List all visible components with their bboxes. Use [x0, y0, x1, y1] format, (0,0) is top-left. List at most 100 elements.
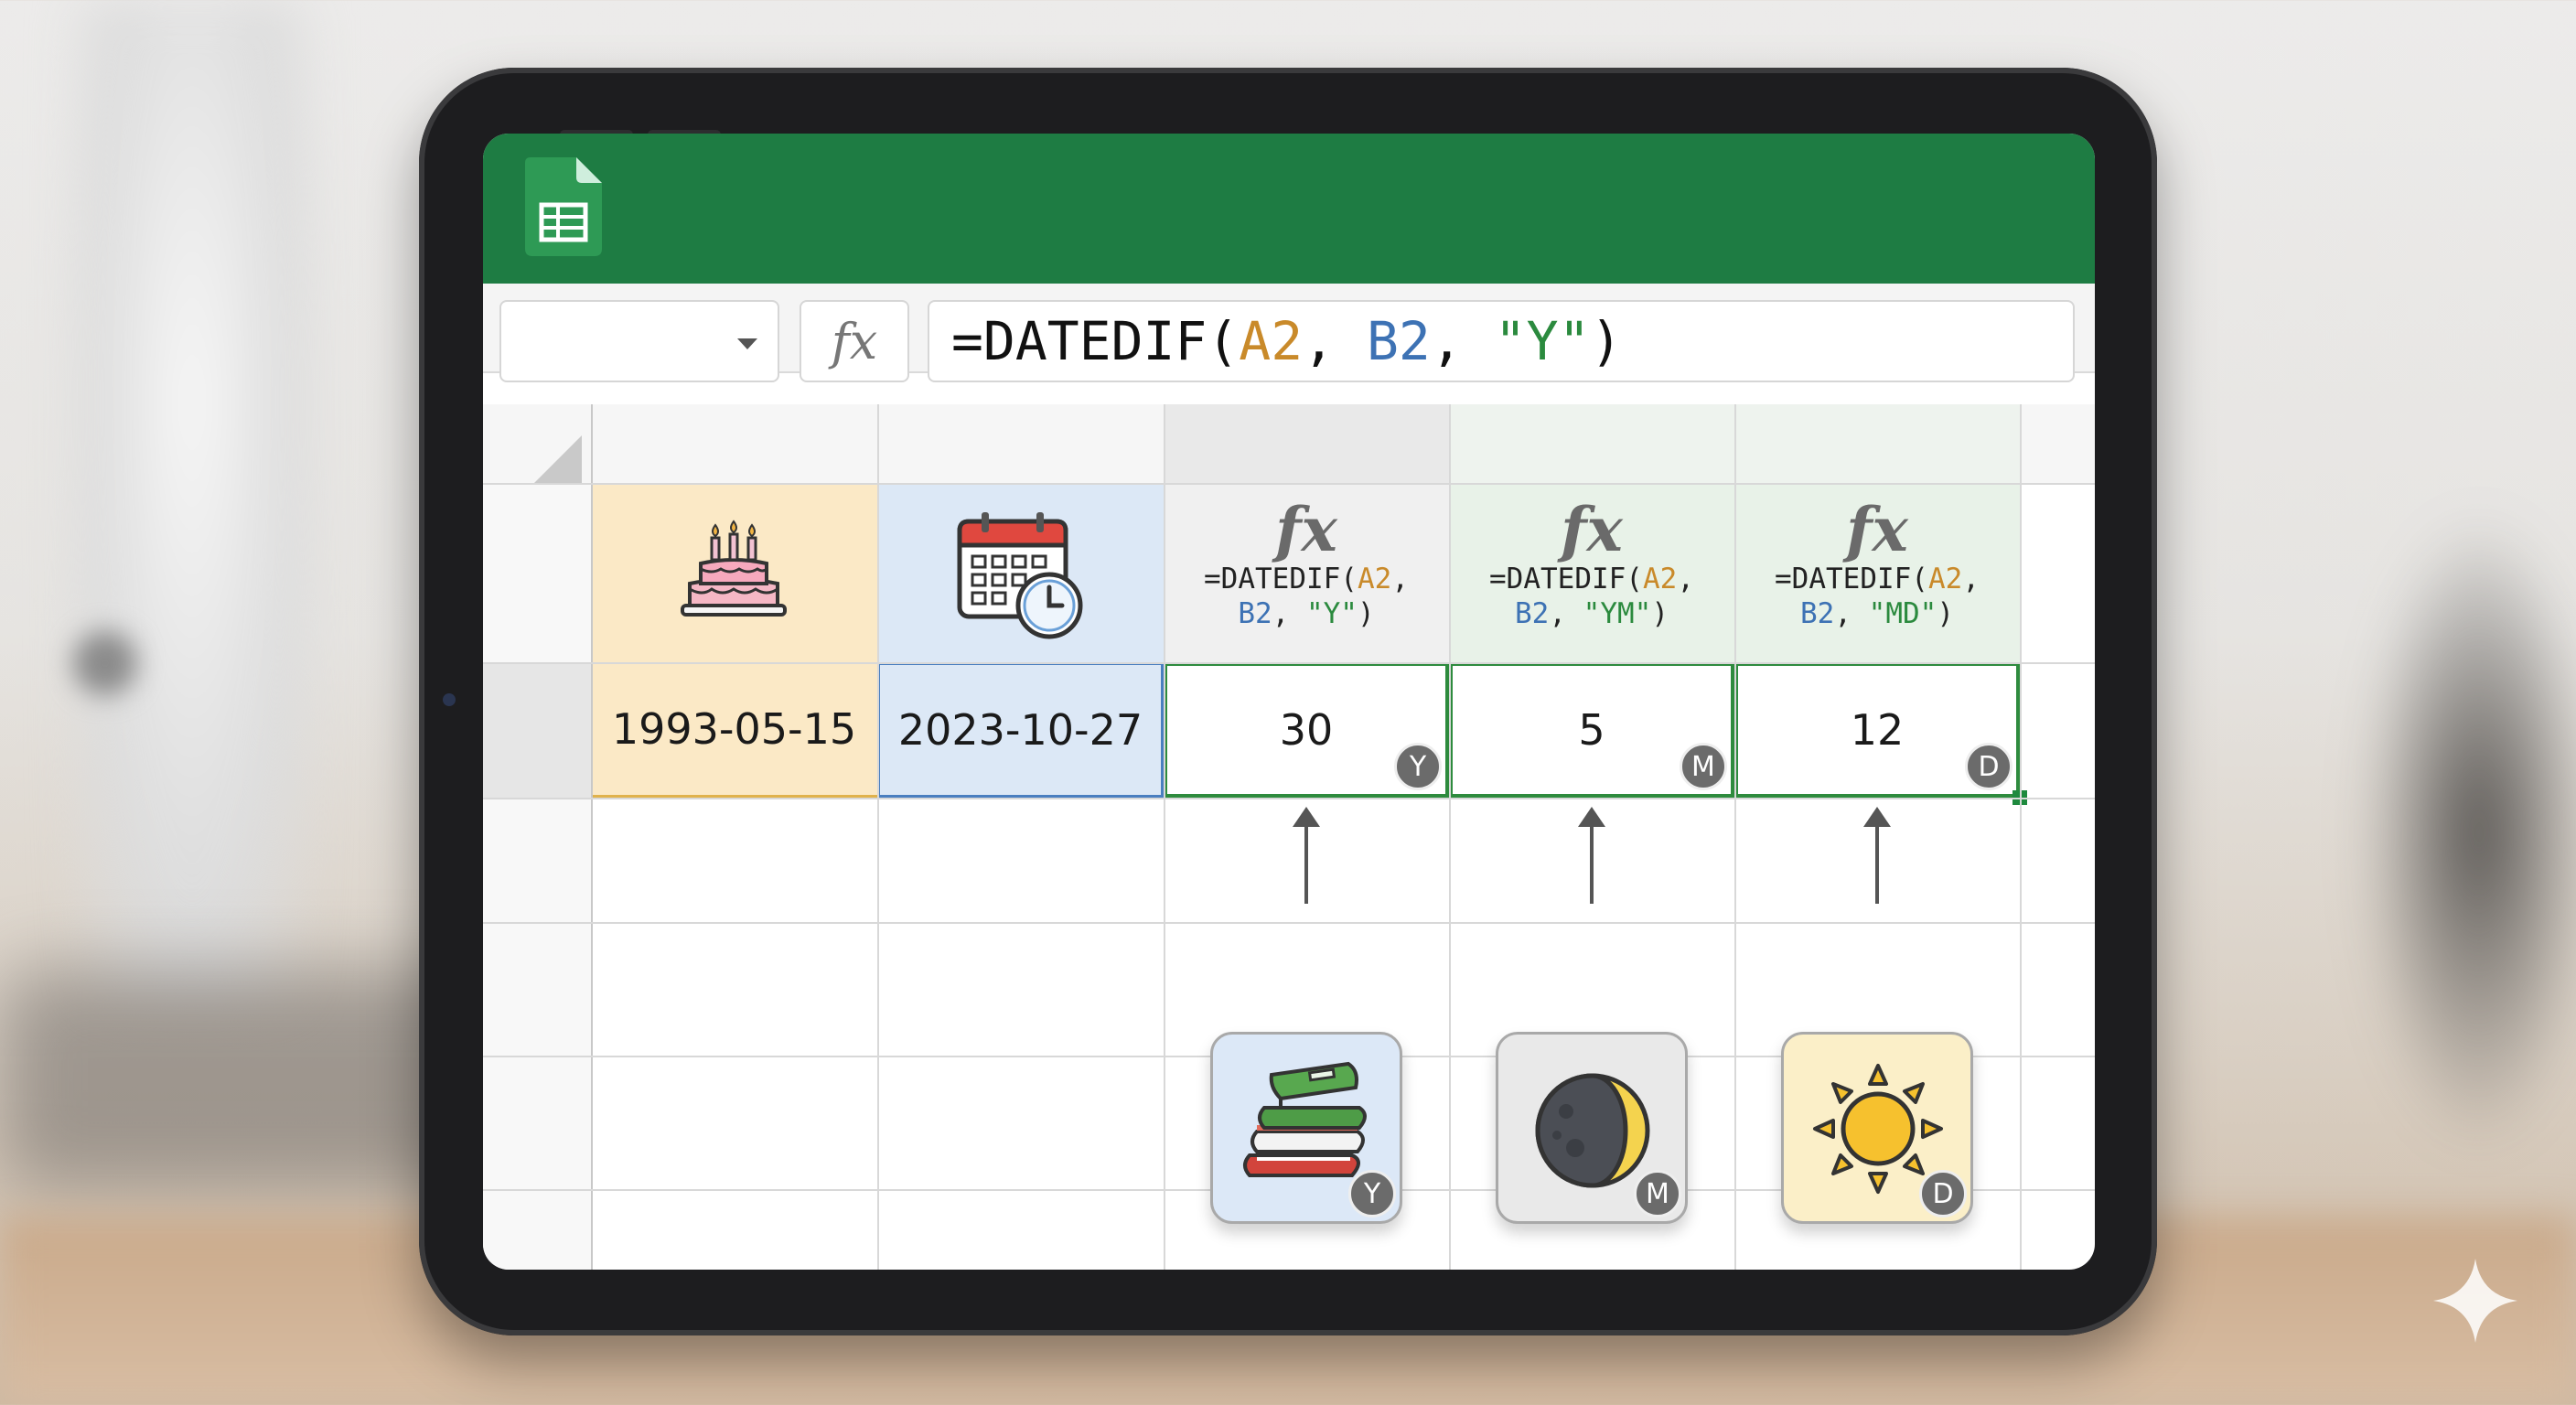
formula-separator: ,: [1430, 310, 1495, 372]
formula-ref-b2: B2: [1366, 310, 1431, 372]
start-date-cell[interactable]: 1993-05-15: [591, 662, 877, 798]
months-badge: M: [1680, 743, 1727, 790]
formula-ref-a2: A2: [1239, 310, 1304, 372]
formula-close: ): [1937, 597, 1954, 630]
formula-unit-arg: "Y": [1305, 597, 1358, 630]
gridline: [483, 922, 2095, 924]
formula-separator: ,: [1391, 563, 1409, 595]
formula-close: ): [1357, 597, 1375, 630]
end-date-value: 2023-10-27: [897, 705, 1143, 755]
background-plant: [2360, 512, 2576, 1153]
up-arrow-icon: [1578, 807, 1605, 904]
fx-button[interactable]: fx: [800, 300, 909, 382]
fx-icon: fx: [1275, 494, 1337, 565]
fx-icon: fx: [1561, 494, 1623, 565]
gridline: [1449, 404, 1451, 1270]
gridline: [1734, 404, 1736, 1270]
formula-function: =DATEDIF(: [1489, 563, 1643, 595]
start-date-value: 1993-05-15: [611, 703, 857, 754]
gridline: [483, 798, 2095, 799]
gridline: [483, 483, 2095, 485]
formula-separator: ,: [1677, 563, 1694, 595]
months-result-value: 5: [1578, 705, 1605, 755]
up-arrow-icon: [1863, 807, 1891, 904]
days-result-value: 12: [1850, 705, 1905, 755]
header-cell-start-date[interactable]: [591, 483, 877, 662]
up-arrow-icon: [1293, 807, 1320, 904]
gridline: [591, 404, 593, 1270]
formula-header: fx =DATEDIF(A2, B2, "YM"): [1449, 498, 1734, 631]
years-tile-badge: Y: [1348, 1170, 1396, 1217]
formula-ref-b2: B2: [1800, 597, 1835, 630]
days-unit-tile: D: [1781, 1032, 1973, 1224]
formula-header: fx =DATEDIF(A2, B2, "MD"): [1734, 498, 2020, 631]
column-header-c[interactable]: [1164, 404, 1449, 483]
months-result-cell[interactable]: 5 M: [1449, 662, 1734, 798]
formula-function: =DATEDIF(: [1775, 563, 1928, 595]
calendar-clock-icon: [957, 512, 1083, 639]
sparkle-watermark-icon: [2433, 1259, 2517, 1343]
row-header-2[interactable]: [483, 662, 591, 798]
app-header: [483, 134, 2095, 284]
formula-input[interactable]: =DATEDIF(A2, B2, "Y"): [928, 300, 2075, 382]
badge-letter: D: [1978, 750, 2000, 783]
formula-separator: ,: [1962, 563, 1980, 595]
tablet-screen: fx =DATEDIF(A2, B2, "Y") fx =DATEDIF(A2…: [483, 134, 2095, 1270]
fx-icon: fx: [1846, 494, 1908, 565]
spreadsheet-grid: fx =DATEDIF(A2, B2, "Y") fx =DATEDIF(A2,…: [483, 404, 2095, 1270]
badge-letter: M: [1691, 750, 1715, 783]
name-box[interactable]: [499, 300, 779, 382]
formula-function: =DATEDIF(: [951, 310, 1240, 372]
birthday-cake-icon: [681, 520, 787, 617]
badge-letter: Y: [1363, 1177, 1381, 1210]
header-cell-years-formula[interactable]: fx =DATEDIF(A2, B2, "Y"): [1164, 483, 1449, 662]
months-unit-tile: M: [1496, 1032, 1688, 1224]
years-unit-tile: Y: [1210, 1032, 1402, 1224]
gridline: [1164, 404, 1165, 1270]
row-header-column: [483, 483, 591, 1270]
gridline: [2020, 404, 2022, 1270]
end-date-cell[interactable]: 2023-10-27: [877, 662, 1164, 798]
select-all-corner[interactable]: [483, 404, 591, 494]
formula-ref-a2: A2: [1927, 563, 1963, 595]
formula-close: ): [1651, 597, 1669, 630]
formula-bar: fx =DATEDIF(A2, B2, "Y"): [483, 284, 2095, 382]
formula-ref-b2: B2: [1515, 597, 1550, 630]
column-header-e[interactable]: [1734, 404, 2020, 483]
days-badge: D: [1965, 743, 2012, 790]
tablet-camera: [443, 693, 456, 706]
years-result-cell[interactable]: 30 Y: [1164, 662, 1449, 798]
formula-header: fx =DATEDIF(A2, B2, "Y"): [1164, 498, 1449, 631]
sheets-logo-icon[interactable]: [525, 157, 602, 256]
header-cell-end-date[interactable]: [877, 483, 1164, 662]
formula-close: ): [1590, 310, 1623, 372]
header-cell-days-formula[interactable]: fx =DATEDIF(A2, B2, "MD"): [1734, 483, 2020, 662]
years-result-value: 30: [1279, 705, 1334, 755]
badge-letter: Y: [1409, 750, 1427, 783]
formula-separator: ,: [1272, 597, 1306, 630]
crescent-moon-icon: [1535, 1073, 1650, 1188]
badge-letter: M: [1646, 1177, 1669, 1210]
formula-ref-a2: A2: [1642, 563, 1678, 595]
months-tile-badge: M: [1634, 1170, 1681, 1217]
header-cell-months-formula[interactable]: fx =DATEDIF(A2, B2, "YM"): [1449, 483, 1734, 662]
formula-ref-b2: B2: [1238, 597, 1272, 630]
gridline: [483, 662, 2095, 664]
formula-unit-arg: "YM": [1583, 597, 1652, 630]
gridline: [877, 404, 879, 1270]
background-object: [73, 631, 137, 695]
background-lamp: [73, 0, 311, 1006]
badge-letter: D: [1932, 1177, 1954, 1210]
sun-icon: [1813, 1064, 1943, 1194]
fx-label: fx: [831, 312, 878, 370]
formula-unit-arg: "Y": [1494, 310, 1591, 372]
formula-separator: ,: [1834, 597, 1869, 630]
formula-ref-a2: A2: [1357, 563, 1392, 595]
chevron-down-icon[interactable]: [737, 338, 757, 349]
days-result-cell[interactable]: 12 D: [1734, 662, 2020, 798]
formula-separator: ,: [1549, 597, 1583, 630]
years-badge: Y: [1394, 743, 1442, 790]
formula-function: =DATEDIF(: [1204, 563, 1358, 595]
days-tile-badge: D: [1919, 1170, 1967, 1217]
column-header-d[interactable]: [1449, 404, 1734, 483]
